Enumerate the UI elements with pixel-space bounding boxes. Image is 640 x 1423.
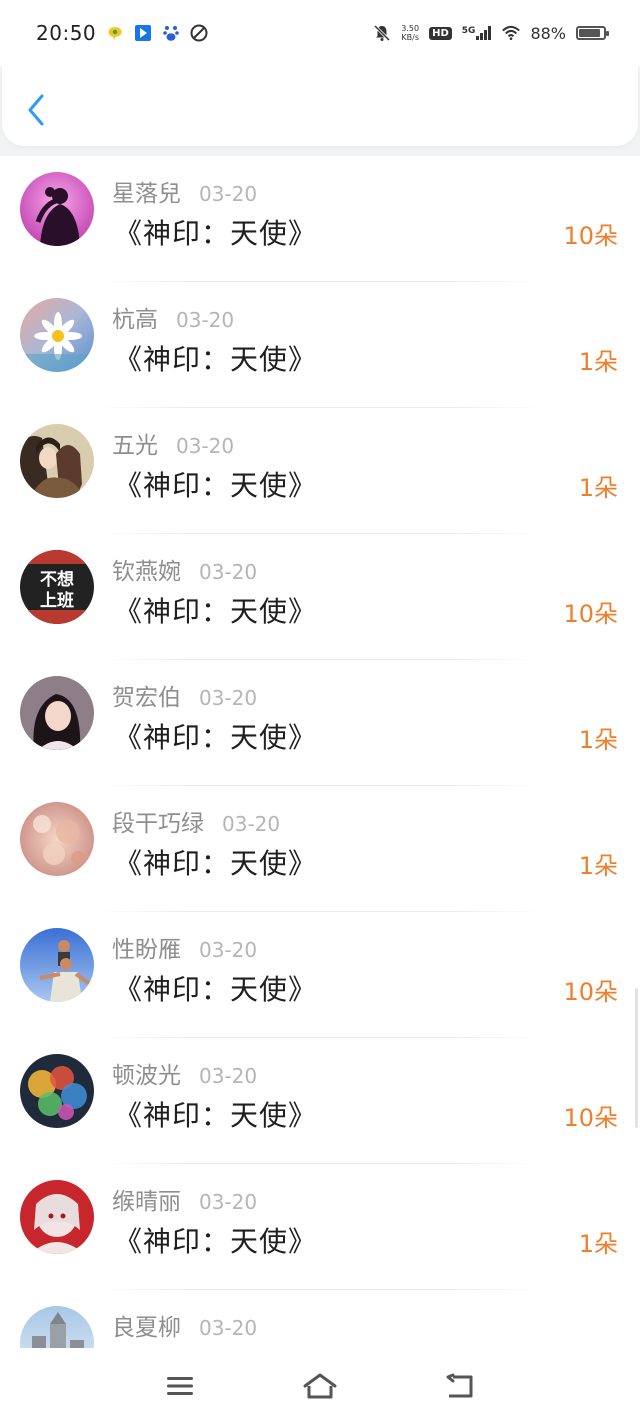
avatar[interactable] (20, 172, 94, 246)
system-nav-bar (0, 1348, 640, 1423)
hd-badge: HD (429, 26, 452, 40)
gift-count: 1朵 (578, 726, 618, 754)
list-item[interactable]: 不想 上班 钦燕婉 03-20 《神印：天使》 10朵 (0, 534, 640, 660)
date: 03-20 (222, 812, 281, 836)
network-type: 5G (461, 26, 476, 36)
avatar[interactable] (20, 802, 94, 876)
blue-app-icon (134, 24, 152, 42)
name-line: 五光 03-20 (112, 426, 234, 460)
battery-percent: 88% (530, 23, 566, 43)
status-bar: 20:50 3.50 KB/s HD 5G 88% (0, 0, 640, 66)
chevron-left-icon (28, 94, 44, 126)
gift-count: 10朵 (563, 222, 618, 250)
book-title: 《神印：天使》 (114, 595, 318, 628)
menu-button[interactable] (152, 1362, 208, 1410)
return-button[interactable] (432, 1362, 488, 1410)
name-line: 贺宏伯 03-20 (112, 678, 257, 712)
gift-count: 1朵 (578, 852, 618, 880)
date: 03-20 (176, 308, 235, 332)
name-line: 杭高 03-20 (112, 300, 234, 334)
date: 03-20 (199, 1190, 258, 1214)
list-item[interactable]: 缑晴丽 03-20 《神印：天使》 1朵 (0, 1164, 640, 1290)
app-header (2, 66, 638, 146)
user-name[interactable]: 缑晴丽 (112, 1182, 181, 1216)
list-item[interactable]: 性盼雁 03-20 《神印：天使》 10朵 (0, 912, 640, 1038)
date: 03-20 (176, 434, 235, 458)
user-name[interactable]: 顿波光 (112, 1056, 181, 1090)
avatar[interactable]: 不想 上班 (20, 550, 94, 624)
gift-count: 1朵 (578, 1230, 618, 1258)
avatar[interactable] (20, 1180, 94, 1254)
avatar-text: 上班 (40, 591, 74, 611)
avatar-text: 不想 (40, 569, 74, 590)
list-item[interactable]: 五光 03-20 《神印：天使》 1朵 (0, 408, 640, 534)
gift-count: 10朵 (563, 600, 618, 628)
user-name[interactable]: 星落兒 (112, 174, 181, 208)
user-name[interactable]: 性盼雁 (112, 930, 181, 964)
avatar[interactable] (20, 676, 94, 750)
status-time: 20:50 (36, 21, 97, 45)
avatar[interactable] (20, 928, 94, 1002)
chat-bubble-icon (106, 24, 124, 42)
name-line: 顿波光 03-20 (112, 1056, 257, 1090)
date: 03-20 (199, 938, 258, 962)
date: 03-20 (199, 1064, 258, 1088)
user-name[interactable]: 段干巧绿 (112, 804, 204, 838)
book-title: 《神印：天使》 (114, 847, 318, 880)
scroll-indicator[interactable] (635, 988, 638, 1128)
mute-bell-icon (373, 24, 391, 42)
user-name[interactable]: 良夏柳 (112, 1308, 181, 1342)
user-name[interactable]: 贺宏伯 (112, 678, 181, 712)
list-item[interactable]: 贺宏伯 03-20 《神印：天使》 1朵 (0, 660, 640, 786)
avatar[interactable] (20, 298, 94, 372)
name-line: 钦燕婉 03-20 (112, 552, 257, 586)
home-button[interactable] (292, 1362, 348, 1410)
status-left: 20:50 (36, 21, 208, 45)
book-title: 《神印：天使》 (114, 217, 318, 250)
menu-icon (167, 1376, 193, 1395)
gift-count: 1朵 (578, 474, 618, 502)
name-line: 星落兒 03-20 (112, 174, 257, 208)
avatar[interactable] (20, 424, 94, 498)
gift-count: 1朵 (578, 348, 618, 376)
name-line: 段干巧绿 03-20 (112, 804, 280, 838)
name-line: 性盼雁 03-20 (112, 930, 257, 964)
date: 03-20 (199, 560, 258, 584)
leaf-app-icon (190, 24, 208, 42)
book-title: 《神印：天使》 (114, 1099, 318, 1132)
battery-icon (576, 26, 609, 40)
gift-count: 10朵 (563, 978, 618, 1006)
gift-list[interactable]: 星落兒 03-20 《神印：天使》 10朵 杭高 03-20 《神印：天使》 1… (0, 156, 640, 1348)
name-line: 缑晴丽 03-20 (112, 1182, 257, 1216)
network-speed: 3.50 KB/s (401, 24, 420, 42)
user-name[interactable]: 钦燕婉 (112, 552, 181, 586)
list-item[interactable]: 星落兒 03-20 《神印：天使》 10朵 (0, 156, 640, 282)
book-title: 《神印：天使》 (114, 1225, 318, 1258)
wifi-icon (502, 24, 521, 42)
list-item[interactable]: 良夏柳 03-20 (0, 1290, 640, 1348)
date: 03-20 (199, 182, 258, 206)
list-item[interactable]: 杭高 03-20 《神印：天使》 1朵 (0, 282, 640, 408)
name-line: 良夏柳 03-20 (112, 1308, 257, 1342)
list-item[interactable]: 顿波光 03-20 《神印：天使》 10朵 (0, 1038, 640, 1164)
back-return-icon (446, 1373, 473, 1397)
book-title: 《神印：天使》 (114, 721, 318, 754)
date: 03-20 (199, 1316, 258, 1340)
home-icon (303, 1373, 337, 1398)
gift-count: 10朵 (563, 1104, 618, 1132)
status-right: 3.50 KB/s HD 5G 88% (373, 23, 609, 43)
baidu-paw-icon (162, 24, 180, 42)
user-name[interactable]: 杭高 (112, 300, 158, 334)
avatar[interactable] (20, 1306, 94, 1348)
battery-level (579, 29, 600, 37)
signal-icon: 5G (462, 26, 493, 40)
book-title: 《神印：天使》 (114, 469, 318, 502)
book-title: 《神印：天使》 (114, 973, 318, 1006)
back-button[interactable] (22, 92, 50, 128)
user-name[interactable]: 五光 (112, 426, 158, 460)
book-title: 《神印：天使》 (114, 343, 318, 376)
date: 03-20 (199, 686, 258, 710)
list-item[interactable]: 段干巧绿 03-20 《神印：天使》 1朵 (0, 786, 640, 912)
avatar[interactable] (20, 1054, 94, 1128)
